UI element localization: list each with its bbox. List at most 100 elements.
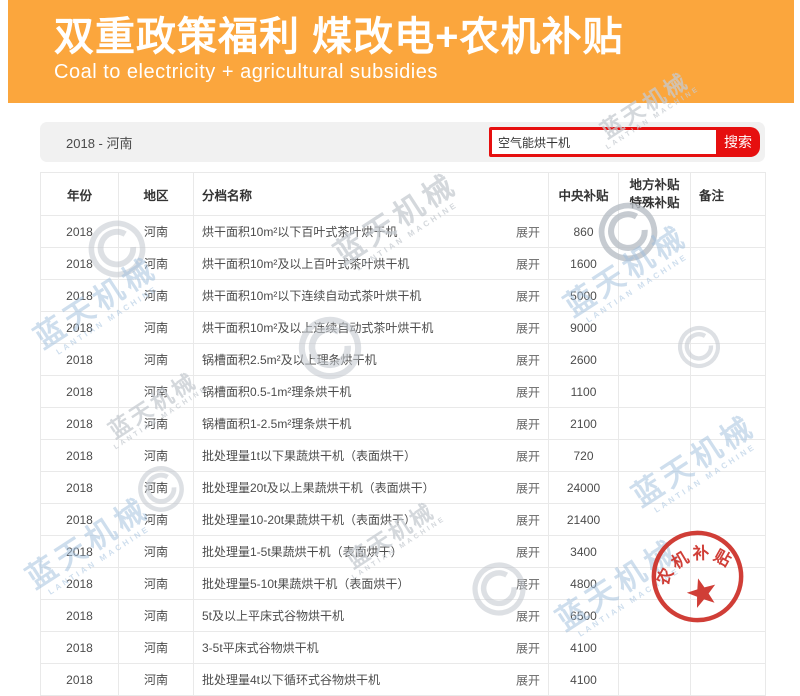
category-cell: 批处理量1t以下果蔬烘干机（表面烘干） 展开 (194, 440, 549, 472)
expand-link[interactable]: 展开 (516, 351, 540, 368)
region-cell: 河南 (119, 312, 194, 344)
category-name: 批处理量20t及以上果蔬烘干机（表面烘干） (202, 481, 435, 495)
table-row: 2018 河南 烘干面积10m²以下百叶式茶叶烘干机 展开 860 (41, 216, 766, 248)
table-row: 2018 河南 批处理量1t以下果蔬烘干机（表面烘干） 展开 720 (41, 440, 766, 472)
category-name: 批处理量1-5t果蔬烘干机（表面烘干） (202, 545, 403, 559)
category-name: 烘干面积10m²以下连续自动式茶叶烘干机 (202, 289, 421, 303)
local-subsidy-cell (619, 344, 691, 376)
col-remark: 备注 (691, 173, 766, 216)
local-subsidy-cell (619, 312, 691, 344)
region-cell: 河南 (119, 376, 194, 408)
star-icon (684, 574, 720, 609)
year-cell: 2018 (41, 440, 119, 472)
expand-link[interactable]: 展开 (516, 383, 540, 400)
table-row: 2018 河南 锅槽面积0.5-1m²理条烘干机 展开 1100 (41, 376, 766, 408)
region-cell: 河南 (119, 280, 194, 312)
remark-cell (691, 248, 766, 280)
expand-link[interactable]: 展开 (516, 319, 540, 336)
table-row: 2018 河南 烘干面积10m²及以上连续自动式茶叶烘干机 展开 9000 (41, 312, 766, 344)
col-category: 分档名称 (194, 173, 549, 216)
central-subsidy-cell: 21400 (549, 504, 619, 536)
year-cell: 2018 (41, 664, 119, 696)
remark-cell (691, 408, 766, 440)
central-subsidy-cell: 24000 (549, 472, 619, 504)
remark-cell (691, 440, 766, 472)
central-subsidy-cell: 3400 (549, 536, 619, 568)
category-name: 批处理量4t以下循环式谷物烘干机 (202, 673, 380, 687)
search-box: 搜索 (489, 127, 760, 157)
remark-cell (691, 312, 766, 344)
category-cell: 5t及以上平床式谷物烘干机 展开 (194, 600, 549, 632)
category-cell: 批处理量1-5t果蔬烘干机（表面烘干） 展开 (194, 536, 549, 568)
central-subsidy-cell: 5000 (549, 280, 619, 312)
search-input[interactable] (492, 130, 716, 154)
banner-subtitle: Coal to electricity + agricultural subsi… (54, 61, 794, 84)
promo-banner: 双重政策福利 煤改电+农机补贴 Coal to electricity + ag… (8, 0, 794, 103)
expand-link[interactable]: 展开 (516, 223, 540, 240)
local-subsidy-cell (619, 408, 691, 440)
expand-link[interactable]: 展开 (516, 543, 540, 560)
year-cell: 2018 (41, 216, 119, 248)
category-name: 锅槽面积1-2.5m²理条烘干机 (202, 417, 351, 431)
region-cell: 河南 (119, 344, 194, 376)
remark-cell (691, 664, 766, 696)
category-name: 锅槽面积2.5m²及以上理条烘干机 (202, 353, 377, 367)
central-subsidy-cell: 6500 (549, 600, 619, 632)
category-cell: 批处理量4t以下循环式谷物烘干机 展开 (194, 664, 549, 696)
category-cell: 烘干面积10m²以下连续自动式茶叶烘干机 展开 (194, 280, 549, 312)
expand-link[interactable]: 展开 (516, 447, 540, 464)
year-cell: 2018 (41, 472, 119, 504)
expand-link[interactable]: 展开 (516, 575, 540, 592)
expand-link[interactable]: 展开 (516, 415, 540, 432)
region-cell: 河南 (119, 600, 194, 632)
category-cell: 锅槽面积1-2.5m²理条烘干机 展开 (194, 408, 549, 440)
central-subsidy-cell: 4100 (549, 632, 619, 664)
expand-link[interactable]: 展开 (516, 479, 540, 496)
category-name: 批处理量5-10t果蔬烘干机（表面烘干） (202, 577, 409, 591)
category-name: 批处理量1t以下果蔬烘干机（表面烘干） (202, 449, 416, 463)
central-subsidy-cell: 4800 (549, 568, 619, 600)
region-cell: 河南 (119, 504, 194, 536)
category-cell: 批处理量10-20t果蔬烘干机（表面烘干） 展开 (194, 504, 549, 536)
central-subsidy-cell: 860 (549, 216, 619, 248)
filter-toolbar: 2018 - 河南 搜索 (40, 122, 765, 162)
year-cell: 2018 (41, 536, 119, 568)
category-cell: 批处理量20t及以上果蔬烘干机（表面烘干） 展开 (194, 472, 549, 504)
category-name: 3-5t平床式谷物烘干机 (202, 641, 319, 655)
expand-link[interactable]: 展开 (516, 511, 540, 528)
category-name: 烘干面积10m²以下百叶式茶叶烘干机 (202, 225, 397, 239)
expand-link[interactable]: 展开 (516, 639, 540, 656)
year-cell: 2018 (41, 600, 119, 632)
category-name: 烘干面积10m²及以上连续自动式茶叶烘干机 (202, 321, 433, 335)
category-cell: 烘干面积10m²及以上百叶式茶叶烘干机 展开 (194, 248, 549, 280)
year-cell: 2018 (41, 568, 119, 600)
region-cell: 河南 (119, 248, 194, 280)
year-cell: 2018 (41, 408, 119, 440)
expand-link[interactable]: 展开 (516, 255, 540, 272)
central-subsidy-cell: 9000 (549, 312, 619, 344)
expand-link[interactable]: 展开 (516, 671, 540, 688)
table-row: 2018 河南 3-5t平床式谷物烘干机 展开 4100 (41, 632, 766, 664)
category-cell: 锅槽面积2.5m²及以上理条烘干机 展开 (194, 344, 549, 376)
expand-link[interactable]: 展开 (516, 287, 540, 304)
region-cell: 河南 (119, 664, 194, 696)
remark-cell (691, 472, 766, 504)
year-cell: 2018 (41, 280, 119, 312)
local-subsidy-cell (619, 632, 691, 664)
year-cell: 2018 (41, 376, 119, 408)
local-subsidy-cell (619, 376, 691, 408)
expand-link[interactable]: 展开 (516, 607, 540, 624)
local-subsidy-cell (619, 440, 691, 472)
region-cell: 河南 (119, 440, 194, 472)
central-subsidy-cell: 720 (549, 440, 619, 472)
remark-cell (691, 376, 766, 408)
central-subsidy-cell: 1100 (549, 376, 619, 408)
local-subsidy-cell (619, 472, 691, 504)
region-cell: 河南 (119, 536, 194, 568)
agri-subsidy-stamp: 农机补贴 (649, 528, 746, 625)
search-button[interactable]: 搜索 (716, 130, 760, 154)
central-subsidy-cell: 2100 (549, 408, 619, 440)
year-cell: 2018 (41, 312, 119, 344)
region-cell: 河南 (119, 632, 194, 664)
table-row: 2018 河南 烘干面积10m²以下连续自动式茶叶烘干机 展开 5000 (41, 280, 766, 312)
